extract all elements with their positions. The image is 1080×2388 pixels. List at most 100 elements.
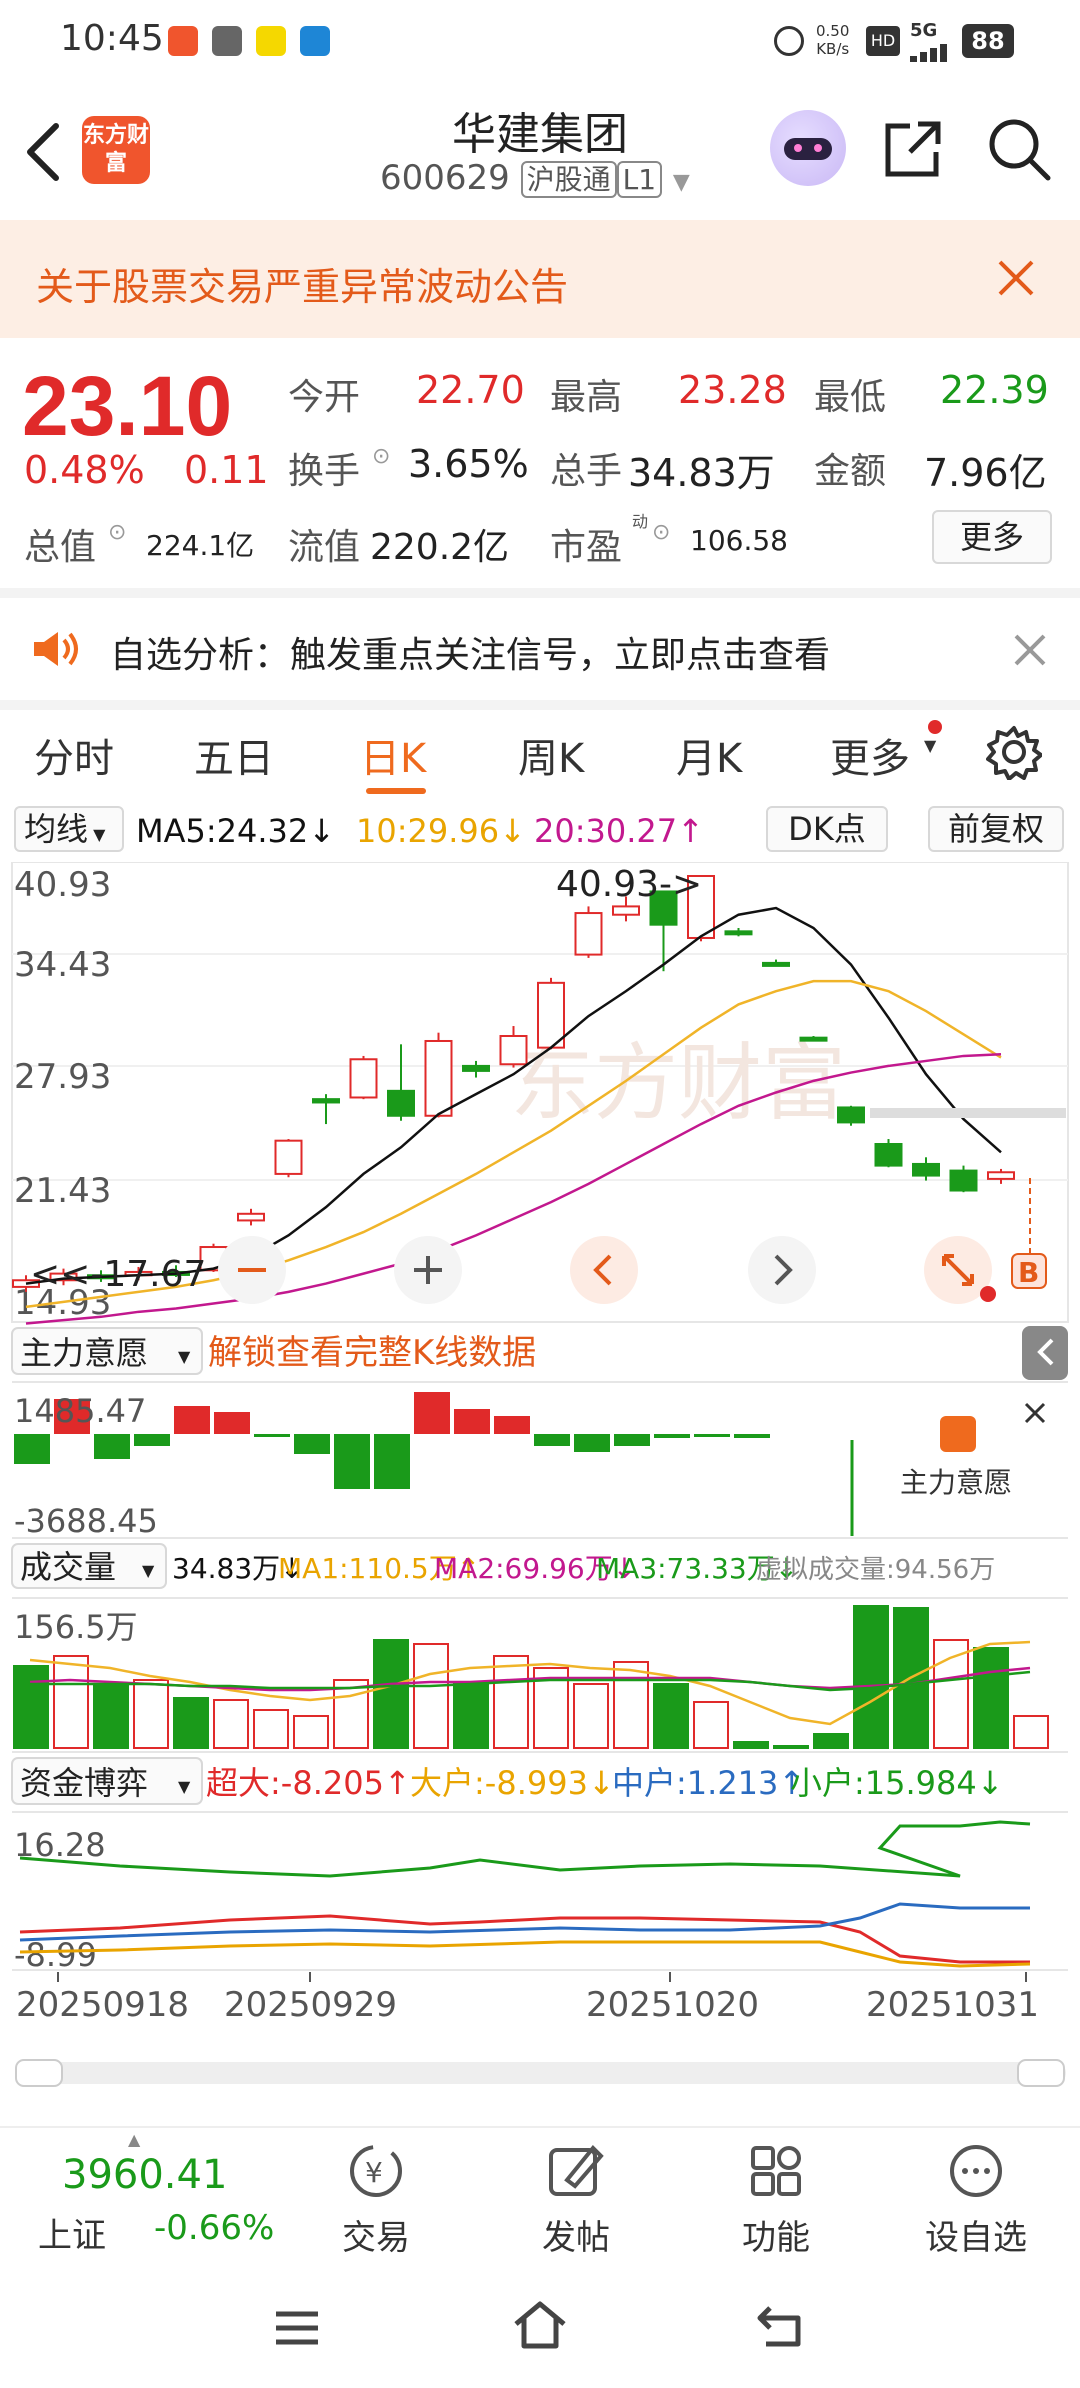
y-label-max: 40.93	[14, 865, 111, 905]
volume-bar	[13, 1665, 49, 1749]
zhuli-lock-icon	[940, 1416, 976, 1452]
tab-intraday[interactable]: 分时	[34, 726, 114, 784]
dk-point-button[interactable]: DK点	[766, 806, 888, 852]
volume-bar	[373, 1639, 409, 1749]
index-pct[interactable]: -0.66%	[154, 2208, 274, 2248]
pe-label: 市盈	[550, 527, 623, 568]
info-icon[interactable]: ⊙	[108, 520, 126, 545]
tab-five-day[interactable]: 五日	[194, 726, 274, 784]
amount-value: 7.96亿	[924, 451, 1047, 495]
fund-big: 大户:-8.993↓	[410, 1764, 615, 1802]
tab-more[interactable]: 更多	[830, 726, 910, 784]
status-time: 10:45	[60, 18, 164, 59]
candle-body	[949, 1169, 978, 1192]
virtual-volume: 虚拟成交量:94.56万	[756, 1555, 995, 1585]
volume-value: 34.83万	[628, 451, 775, 495]
home-icon[interactable]	[510, 2298, 570, 2352]
zhuli-bar	[254, 1434, 290, 1437]
candle-body	[387, 1089, 415, 1117]
nav-add-watchlist[interactable]: 设自选	[906, 2142, 1046, 2259]
index-value[interactable]: 3960.41	[62, 2152, 227, 2198]
nav-post[interactable]: 发帖	[506, 2142, 646, 2259]
amount-label: 金额	[814, 451, 887, 492]
low-value: 22.39	[940, 368, 1049, 412]
buy-marker-label: B	[1018, 1256, 1039, 1289]
volume-bar	[933, 1639, 969, 1749]
bank-notification-icon	[256, 26, 286, 56]
up-arrow-icon: ▲	[128, 2130, 141, 2149]
index-name[interactable]: 上证	[38, 2208, 106, 2257]
stock-title: 华建集团	[452, 109, 628, 160]
candle-body	[724, 930, 753, 936]
close-icon[interactable]	[996, 258, 1036, 298]
candle-body	[799, 1036, 828, 1042]
stock-header: 东方财富 华建集团 600629 沪股通 L1 ▼	[0, 86, 1080, 220]
brand-logo: 东方财富	[82, 116, 150, 184]
tab-daily-k[interactable]: 日K	[360, 726, 426, 784]
range-scrollbar	[16, 2062, 1066, 2084]
net-speed: 0.50 KB/s	[816, 22, 850, 58]
float-label: 流值	[288, 527, 361, 568]
share-icon[interactable]	[882, 118, 944, 180]
announcement-banner[interactable]: 关于股票交易严重异常波动公告	[0, 220, 1080, 338]
zhuli-bar	[174, 1406, 210, 1434]
more-button[interactable]: 更多	[932, 510, 1052, 564]
volume-bar	[253, 1709, 289, 1749]
zhuli-bar	[614, 1434, 650, 1446]
zhuli-bar	[454, 1409, 490, 1434]
ma-legend-bar: 均线 ▼ MA5:24.32↓ 10:29.96↓ 20:30.27↑ DK点 …	[0, 800, 1080, 862]
y-label-2: 34.43	[14, 945, 111, 985]
volume-bar	[333, 1679, 369, 1749]
volume-bar	[413, 1643, 449, 1749]
volume-bar	[693, 1701, 729, 1749]
search-icon[interactable]	[986, 116, 1052, 182]
tab-monthly-k[interactable]: 月K	[676, 726, 742, 784]
turnover-label: 换手	[288, 451, 361, 492]
system-navigation	[0, 2264, 1080, 2388]
hsgt-tag: 沪股通	[520, 161, 617, 198]
unlock-link: 解锁查看完整K线数据	[208, 1333, 536, 1373]
dropdown-icon: ▼	[672, 170, 690, 195]
svg-text:▼: ▼	[178, 1347, 191, 1366]
low-label: 最低	[814, 377, 887, 418]
network-type: 5G	[910, 20, 938, 41]
analysis-alert[interactable]: 自选分析：触发重点关注信号，立即点击查看	[0, 588, 1080, 700]
job-notification-icon	[300, 26, 330, 56]
gear-icon[interactable]	[986, 724, 1042, 780]
red-dot-badge	[928, 720, 942, 734]
info-icon[interactable]: ⊙	[372, 444, 390, 469]
candle-body	[462, 1064, 490, 1072]
menu-icon[interactable]	[272, 2308, 322, 2348]
nav-trade[interactable]: ¥ 交易	[306, 2142, 446, 2259]
volume-bar	[173, 1697, 209, 1749]
volume-bar	[573, 1683, 609, 1749]
close-icon[interactable]	[1012, 632, 1048, 668]
zhuli-bar	[534, 1434, 570, 1446]
tab-weekly-k[interactable]: 周K	[518, 726, 584, 784]
volume-bar	[773, 1745, 809, 1749]
back-nav-icon[interactable]	[754, 2300, 804, 2350]
candle-body	[424, 1039, 453, 1117]
zhuli-bar	[214, 1412, 250, 1434]
back-icon[interactable]	[22, 122, 66, 182]
zhuli-label: 主力意愿	[20, 1334, 148, 1372]
volume-bar	[853, 1605, 889, 1749]
range-handle-right	[1017, 2059, 1065, 2087]
more-dots-icon	[950, 2145, 1002, 2197]
date-label: 20251020	[586, 1985, 759, 2025]
pe-value: 106.58	[690, 524, 788, 557]
mktcap-value: 224.1亿	[146, 529, 255, 562]
volume-ymax: 156.5万	[14, 1608, 138, 1646]
watermark: 东方财富	[510, 1036, 846, 1130]
peak-label: 40.93->	[556, 864, 702, 905]
indicator-selector[interactable]: 均线 ▼	[14, 806, 124, 852]
adjust-button[interactable]: 前复权	[928, 806, 1064, 852]
trade-icon: ¥	[350, 2145, 402, 2197]
level-tag: L1	[616, 161, 663, 198]
nav-functions[interactable]: 功能	[706, 2142, 846, 2259]
turnover-value: 3.65%	[408, 442, 529, 486]
info-icon[interactable]: ⊙	[652, 520, 670, 545]
kline-chart[interactable]: 东方财富 40.93 34.43 27.93 21.43 14.93 40.93…	[0, 862, 1080, 2126]
speaker-icon	[34, 632, 78, 666]
assistant-avatar[interactable]	[770, 110, 846, 186]
